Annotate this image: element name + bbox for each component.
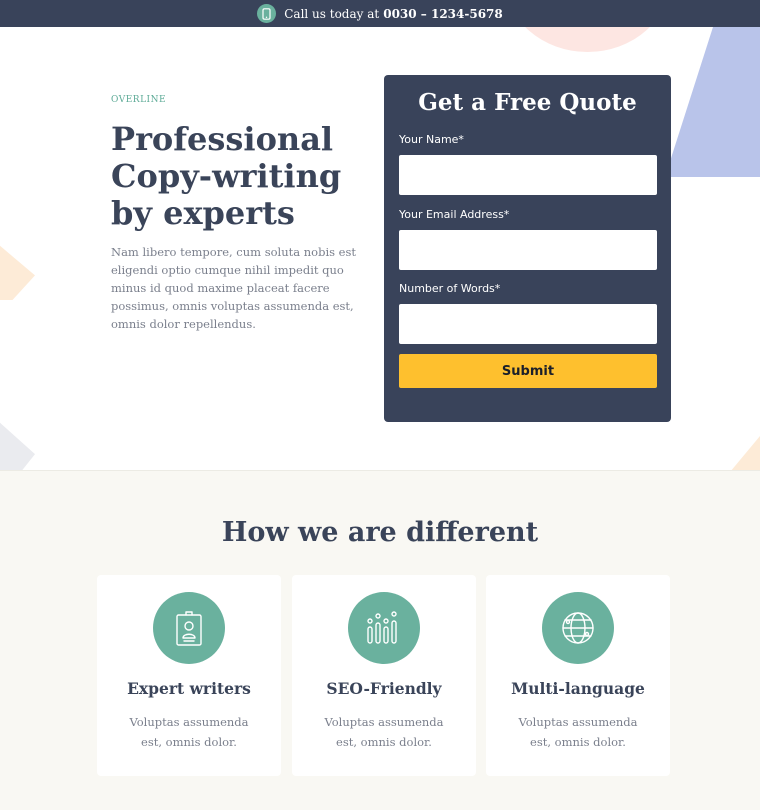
feature-title: SEO-Friendly	[326, 679, 442, 698]
feature-text: Voluptas assumenda est, omnis dolor.	[518, 715, 638, 749]
globe-icon	[542, 592, 614, 664]
overline: OVERLINE	[111, 95, 167, 105]
hero-section: OVERLINE Professional Copy-writing by ex…	[0, 27, 760, 470]
feature-card: Expert writers Voluptas assumenda est, o…	[97, 575, 281, 776]
phone-icon	[257, 4, 277, 23]
features-section: How we are different Expert writers Volu…	[0, 470, 760, 810]
feature-title: Expert writers	[127, 679, 251, 698]
words-label: Number of Words*	[399, 282, 501, 295]
submit-button[interactable]: Submit	[399, 354, 657, 388]
words-input[interactable]	[399, 304, 657, 344]
decorative-shape	[665, 27, 760, 177]
feature-text: Voluptas assumenda est, omnis dolor.	[324, 715, 444, 749]
quote-form: Get a Free Quote Your Name* Your Email A…	[384, 75, 671, 422]
feature-title: Multi-language	[511, 679, 645, 698]
bar-chart-icon	[348, 592, 420, 664]
call-text: Call us today at	[284, 6, 380, 21]
feature-card: Multi-language Voluptas assumenda est, o…	[486, 575, 670, 776]
feature-card: SEO-Friendly Voluptas assumenda est, omn…	[292, 575, 476, 776]
decorative-shape	[0, 212, 35, 300]
feature-text: Voluptas assumenda est, omnis dolor.	[129, 715, 249, 749]
email-input[interactable]	[399, 230, 657, 270]
decorative-shape	[505, 27, 670, 52]
quote-form-title: Get a Free Quote	[418, 89, 637, 116]
id-badge-icon	[153, 592, 225, 664]
hero-title: Professional Copy-writing by experts	[111, 120, 342, 232]
top-bar: Call us today at 0030 – 1234-5678	[0, 0, 760, 27]
email-label: Your Email Address*	[399, 208, 510, 221]
name-label: Your Name*	[399, 133, 464, 146]
features-title: How we are different	[221, 517, 539, 548]
name-input[interactable]	[399, 155, 657, 195]
decorative-shape	[730, 412, 760, 470]
phone-number-link[interactable]: 0030 – 1234-5678	[383, 7, 503, 21]
hero-description: Nam libero tempore, cum soluta nobis est…	[111, 245, 357, 331]
decorative-shape	[0, 387, 35, 470]
